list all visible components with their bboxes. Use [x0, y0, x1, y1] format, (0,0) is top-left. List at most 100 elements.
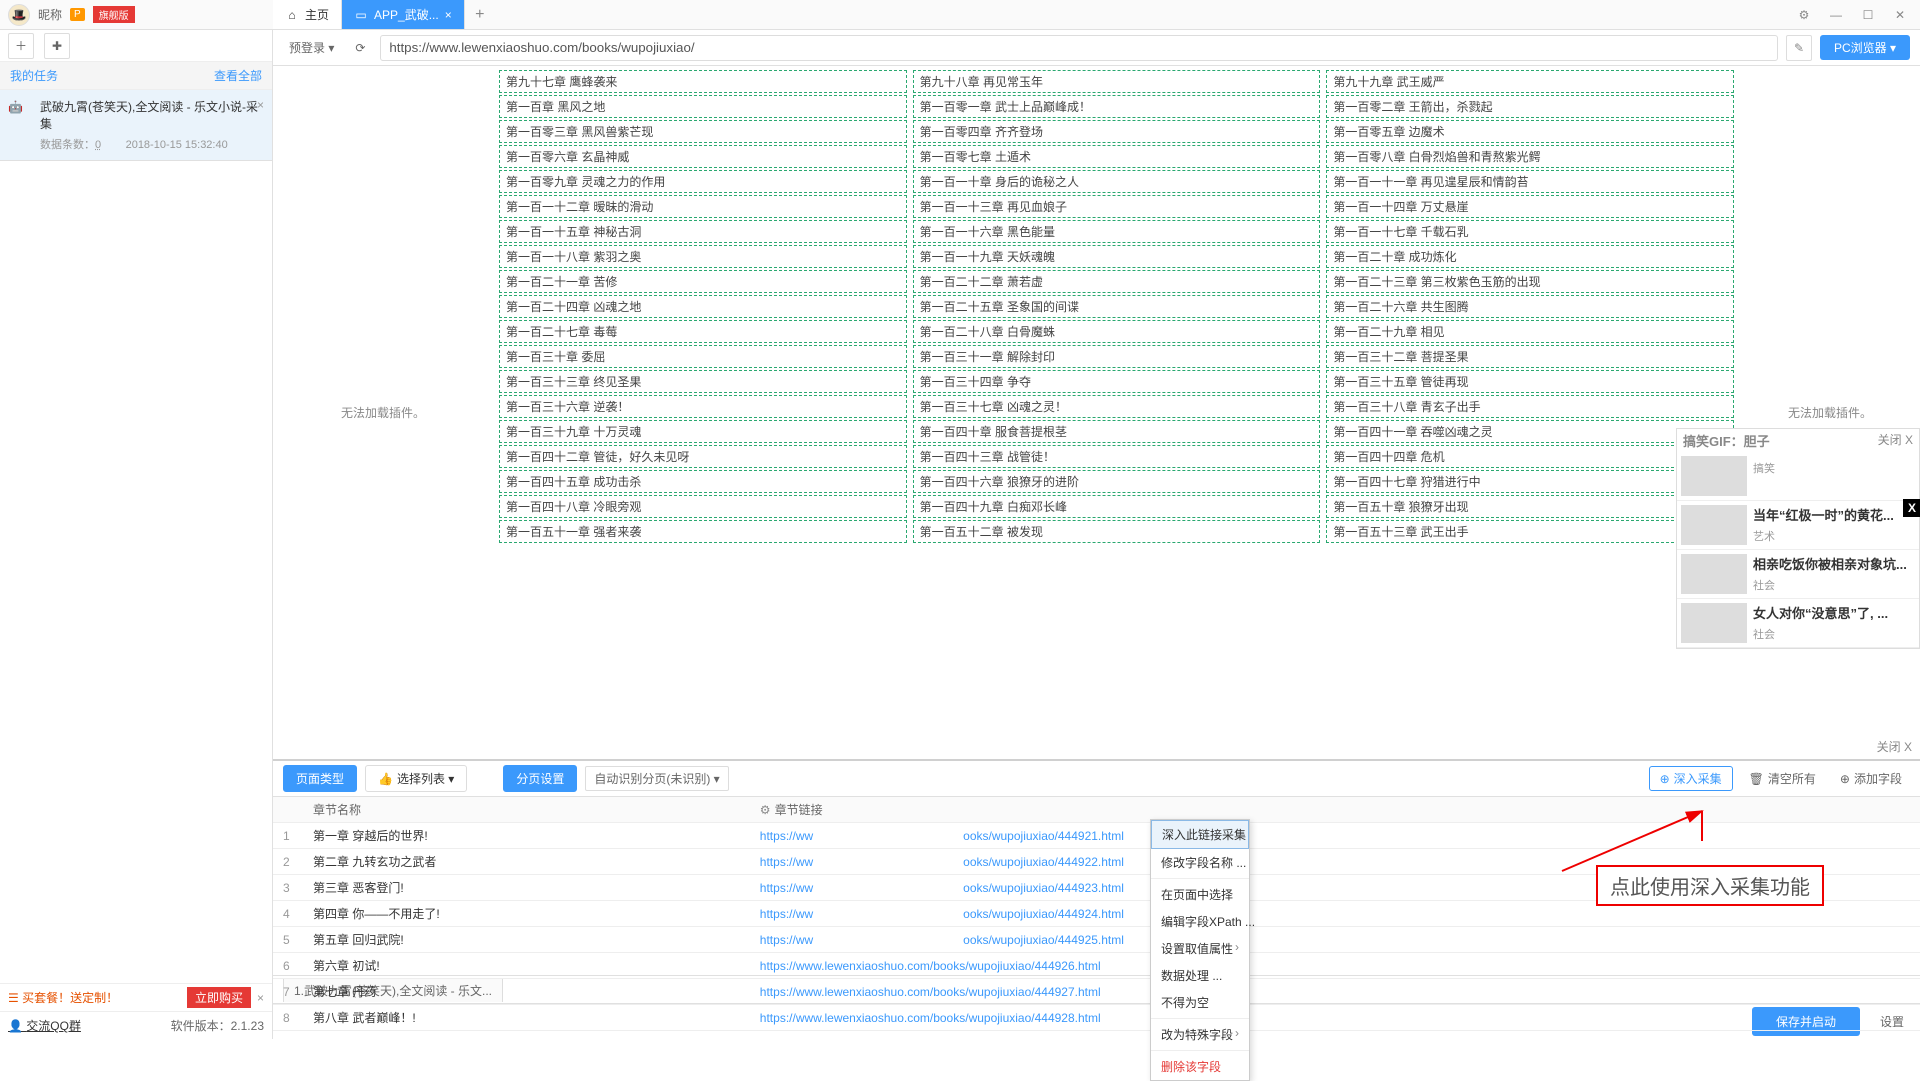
ctx-data-proc[interactable]: 数据处理 ...: [1151, 962, 1249, 989]
tab-close-icon[interactable]: ×: [445, 8, 452, 22]
chapter-link[interactable]: 第一百零三章 黑风兽紫芒现: [499, 120, 907, 143]
chapter-link[interactable]: 第一百二十章 成功炼化: [1326, 245, 1734, 268]
task-item[interactable]: 🤖 武破九霄(苍笑天),全文阅读 - 乐文小说-采集 数据条数：0 2018-1…: [0, 90, 272, 161]
chapter-link[interactable]: 第一百四十章 服食菩提根茎: [913, 420, 1321, 443]
table-row[interactable]: 1第一章 穿越后的世界!https://wwxxxxxxxxxxxxxxxxxx…: [273, 823, 1920, 849]
chapter-link[interactable]: 第一百二十九章 相见: [1326, 320, 1734, 343]
chapter-link[interactable]: 第一百一十四章 万丈悬崖: [1326, 195, 1734, 218]
chapter-link[interactable]: 第九十八章 再见常玉年: [913, 70, 1321, 93]
chapter-link[interactable]: 第一百零五章 边魔术: [1326, 120, 1734, 143]
chapter-link[interactable]: 第一百一十七章 千载石乳: [1326, 220, 1734, 243]
news-close-button[interactable]: 关闭 X: [1878, 431, 1913, 450]
nickname[interactable]: 昵称: [38, 6, 62, 23]
add-field-button[interactable]: ⊕ 添加字段: [1832, 770, 1910, 787]
chapter-link[interactable]: 第一百三十九章 十万灵魂: [499, 420, 907, 443]
table-row[interactable]: 6第六章 初试!https://www.lewenxiaoshuo.com/bo…: [273, 953, 1920, 979]
chapter-link[interactable]: 第一百二十一章 苦修: [499, 270, 907, 293]
auto-paging-dropdown[interactable]: 自动识别分页(未识别) ▾: [585, 766, 728, 791]
chapter-link[interactable]: 第一百二十六章 共生图腾: [1326, 295, 1734, 318]
chapter-link[interactable]: 第一百五十章 狼獠牙出现: [1326, 495, 1734, 518]
col-chapter-name[interactable]: 章节名称: [303, 797, 750, 823]
chapter-link[interactable]: 第一百四十二章 管徒，好久未见呀: [499, 445, 907, 468]
reload-button[interactable]: ⟳: [348, 36, 372, 60]
news-item[interactable]: 当年“红极一时”的黄花...艺术: [1677, 501, 1919, 550]
chapter-link[interactable]: 第一百四十三章 战管徒！: [913, 445, 1321, 468]
ctx-deep-link[interactable]: 深入此链接采集: [1151, 820, 1249, 849]
ctx-set-attr[interactable]: 设置取值属性: [1151, 935, 1249, 962]
row-chapter-link[interactable]: https://www.lewenxiaoshuo.com/books/wupo…: [750, 979, 1920, 1005]
view-all-link[interactable]: 查看全部: [214, 67, 262, 84]
chapter-link[interactable]: 第一百零一章 武士上品巅峰成！: [913, 95, 1321, 118]
chapter-link[interactable]: 第一百零八章 白骨烈焰兽和青熬紫光鳄: [1326, 145, 1734, 168]
task-close-icon[interactable]: ×: [257, 98, 264, 112]
chapter-link[interactable]: 第一百一十章 身后的诡秘之人: [913, 170, 1321, 193]
chapter-link[interactable]: 第一百零七章 土遁术: [913, 145, 1321, 168]
chapter-link[interactable]: 第一百二十四章 凶魂之地: [499, 295, 907, 318]
chapter-link[interactable]: 第一百零二章 王箭出，杀戮起: [1326, 95, 1734, 118]
col-chapter-link[interactable]: ⚙章节链接: [750, 797, 1920, 823]
chapter-link[interactable]: 第一百四十一章 吞噬凶魂之灵: [1326, 420, 1734, 443]
chapter-link[interactable]: 第一百零九章 灵魂之力的作用: [499, 170, 907, 193]
edit-url-button[interactable]: ✎: [1786, 35, 1812, 61]
chapter-link[interactable]: 第一百四十五章 成功击杀: [499, 470, 907, 493]
buy-now-button[interactable]: 立即购买: [187, 987, 251, 1008]
ctx-special[interactable]: 改为特殊字段: [1151, 1021, 1249, 1048]
chapter-link[interactable]: 第一百三十七章 凶魂之灵！: [913, 395, 1321, 418]
qq-group-link[interactable]: 👤 交流QQ群: [8, 1017, 81, 1034]
avatar[interactable]: 🎩: [8, 4, 30, 26]
new-task-button[interactable]: ＋: [8, 33, 34, 59]
table-row[interactable]: 7第七章 丹药https://www.lewenxiaoshuo.com/boo…: [273, 979, 1920, 1005]
chapter-link[interactable]: 第一百一十八章 紫羽之奥: [499, 245, 907, 268]
chapter-link[interactable]: 第一百三十五章 管徒再现: [1326, 370, 1734, 393]
chapter-link[interactable]: 第一百二十三章 第三枚紫色玉筋的出现: [1326, 270, 1734, 293]
select-list-dropdown[interactable]: 👍 选择列表 ▾: [365, 765, 467, 792]
chapter-link[interactable]: 第一百四十四章 危机: [1326, 445, 1734, 468]
paging-button[interactable]: 分页设置: [503, 765, 577, 792]
news-item[interactable]: 女人对你“没意思”了, ...社会: [1677, 599, 1919, 648]
chapter-link[interactable]: 第一百四十六章 狼獠牙的进阶: [913, 470, 1321, 493]
chapter-link[interactable]: 第一百一十二章 暧昧的滑动: [499, 195, 907, 218]
news-first-title[interactable]: 搞笑GIF：胆子: [1683, 431, 1878, 450]
table-row[interactable]: 5第五章 回归武院!https://wwxxxxxxxxxxxxxxxxxxxx…: [273, 927, 1920, 953]
chapter-link[interactable]: 第一百三十二章 菩提圣果: [1326, 345, 1734, 368]
chapter-link[interactable]: 第一百章 黑风之地: [499, 95, 907, 118]
chapter-link[interactable]: 第一百零四章 齐齐登场: [913, 120, 1321, 143]
chapter-link[interactable]: 第一百五十一章 强者来袭: [499, 520, 907, 543]
chapter-link[interactable]: 第一百三十一章 解除封印: [913, 345, 1321, 368]
chapter-link[interactable]: 第一百五十三章 武王出手: [1326, 520, 1734, 543]
chapter-link[interactable]: 第一百三十四章 争夺: [913, 370, 1321, 393]
chapter-link[interactable]: 第一百三十八章 青玄子出手: [1326, 395, 1734, 418]
chapter-link[interactable]: 第一百一十三章 再见血娘子: [913, 195, 1321, 218]
chapter-link[interactable]: 第一百三十六章 逆袭！: [499, 395, 907, 418]
tab-home[interactable]: ⌂ 主页: [273, 0, 342, 29]
row-chapter-link[interactable]: https://wwxxxxxxxxxxxxxxxxxxxxxxxxxooks/…: [750, 823, 1920, 849]
chapter-link[interactable]: 第一百零六章 玄晶神威: [499, 145, 907, 168]
chapter-link[interactable]: 第一百三十三章 终见圣果: [499, 370, 907, 393]
chapter-link[interactable]: 第一百一十九章 天妖魂魄: [913, 245, 1321, 268]
row-chapter-link[interactable]: https://www.lewenxiaoshuo.com/books/wupo…: [750, 953, 1920, 979]
ad-close-icon[interactable]: X: [1903, 499, 1920, 517]
settings-icon[interactable]: ⚙: [1794, 8, 1814, 22]
clear-all-button[interactable]: 🗑 清空所有: [1741, 770, 1824, 787]
chapter-link[interactable]: 第一百五十二章 被发现: [913, 520, 1321, 543]
row-chapter-link[interactable]: https://www.lewenxiaoshuo.com/books/wupo…: [750, 1005, 1920, 1031]
chapter-link[interactable]: 第一百四十八章 冷眼旁观: [499, 495, 907, 518]
chapter-link[interactable]: 第一百一十一章 再见遑星辰和情韵苔: [1326, 170, 1734, 193]
chapter-link[interactable]: 第一百二十二章 萧若虚: [913, 270, 1321, 293]
deep-collect-button[interactable]: ⊕ 深入采集: [1649, 766, 1733, 791]
chapter-link[interactable]: 第一百四十七章 狩猎进行中: [1326, 470, 1734, 493]
news-item[interactable]: 搞笑: [1677, 452, 1919, 501]
chapter-link[interactable]: 第一百二十七章 毒莓: [499, 320, 907, 343]
page-type-button[interactable]: 页面类型: [283, 765, 357, 792]
ctx-not-null[interactable]: 不得为空: [1151, 989, 1249, 1016]
tab-app[interactable]: ▭ APP_武破... ×: [342, 0, 465, 29]
chapter-link[interactable]: 第一百一十六章 黑色能量: [913, 220, 1321, 243]
ctx-select-in-page[interactable]: 在页面中选择: [1151, 881, 1249, 908]
ctx-delete[interactable]: 删除该字段: [1151, 1053, 1249, 1080]
chapter-link[interactable]: 第九十七章 鹰蜂袭来: [499, 70, 907, 93]
minimize-button[interactable]: —: [1826, 8, 1846, 22]
new-folder-button[interactable]: ✚: [44, 33, 70, 59]
chapter-link[interactable]: 第一百三十章 委屈: [499, 345, 907, 368]
close-button[interactable]: ✕: [1890, 8, 1910, 22]
chapter-link[interactable]: 第一百二十八章 白骨魔蛛: [913, 320, 1321, 343]
